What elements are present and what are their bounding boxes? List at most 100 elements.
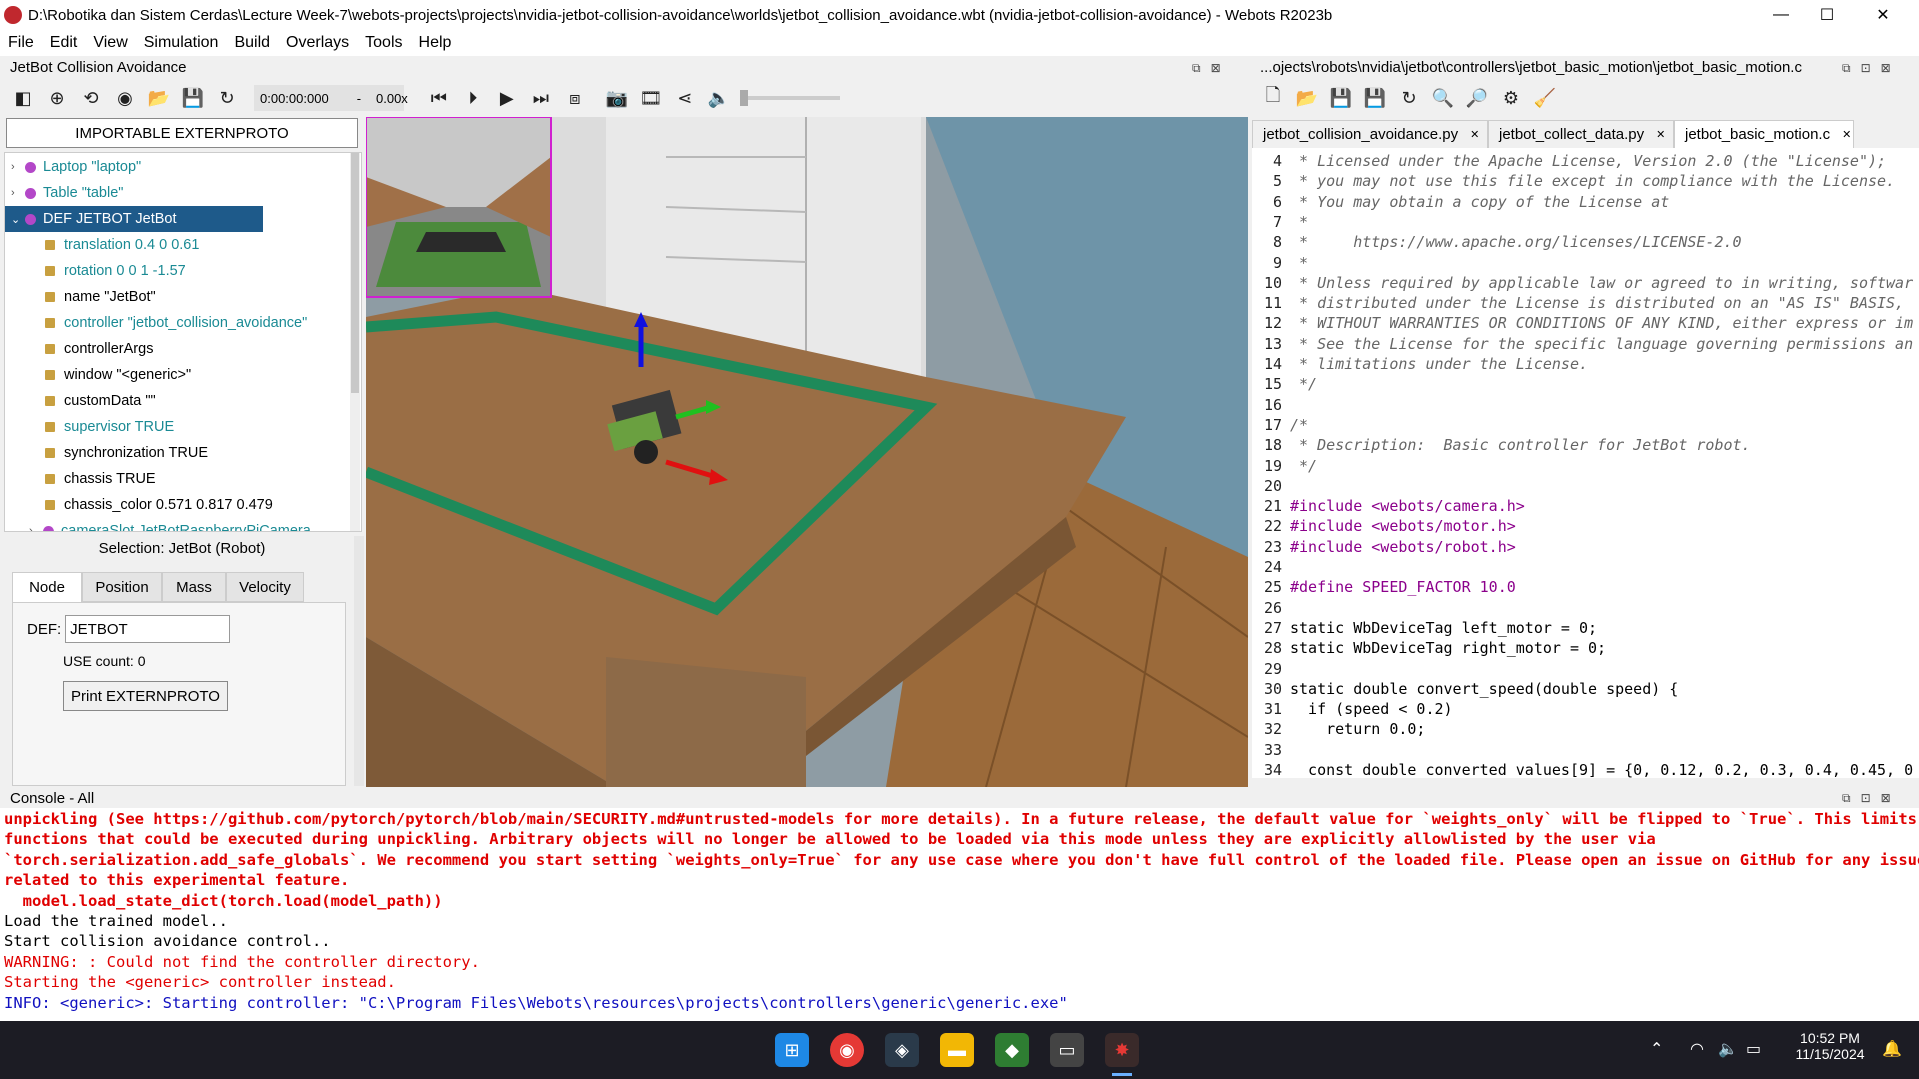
selection-scrollbar[interactable] bbox=[354, 536, 364, 786]
tab-node[interactable]: Node bbox=[12, 572, 82, 602]
tree-field[interactable]: synchronization TRUE bbox=[5, 440, 361, 466]
float-icon[interactable]: ⧉ bbox=[1192, 61, 1201, 76]
code-editor[interactable]: 4 * Licensed under the Apache License, V… bbox=[1252, 148, 1919, 778]
tree-field[interactable]: chassis_color 0.571 0.817 0.479 bbox=[5, 492, 361, 518]
webots-taskbar-icon[interactable]: ✸ bbox=[1105, 1033, 1139, 1067]
tab-mass[interactable]: Mass bbox=[162, 572, 226, 602]
tab-collect-data[interactable]: jetbot_collect_data.py ✕ bbox=[1488, 120, 1674, 148]
menu-build[interactable]: Build bbox=[234, 34, 270, 52]
tree-field[interactable]: controller "jetbot_collision_avoidance" bbox=[5, 310, 361, 336]
replace-icon[interactable]: 🔎 bbox=[1460, 84, 1494, 112]
share-icon[interactable]: ⋖ bbox=[668, 84, 702, 112]
menu-tools[interactable]: Tools bbox=[365, 34, 402, 52]
code-line: * You may obtain a copy of the License a… bbox=[1290, 192, 1670, 211]
battery-icon[interactable]: ▭ bbox=[1746, 1039, 1761, 1059]
expand-arrow-icon[interactable]: ⌄ bbox=[11, 213, 25, 226]
reset-simulation-icon[interactable]: ⏮ bbox=[422, 84, 456, 112]
step-icon[interactable]: ⏵ bbox=[456, 84, 490, 112]
tree-field[interactable]: customData "" bbox=[5, 388, 361, 414]
expand-arrow-icon[interactable]: › bbox=[11, 161, 25, 173]
def-input[interactable]: JETBOT bbox=[65, 615, 231, 643]
save-all-icon[interactable]: 💾 bbox=[1358, 84, 1392, 112]
float-icon[interactable]: ⧉ bbox=[1842, 791, 1851, 806]
record-movie-icon[interactable]: 🎞 bbox=[634, 84, 668, 112]
menu-edit[interactable]: Edit bbox=[50, 34, 78, 52]
view-icon[interactable]: ◉ bbox=[108, 84, 142, 112]
tree-field[interactable]: name "JetBot" bbox=[5, 284, 361, 310]
menu-help[interactable]: Help bbox=[419, 34, 452, 52]
run-realtime-icon[interactable]: ▶ bbox=[490, 84, 524, 112]
fast-forward-icon[interactable]: ⏭ bbox=[524, 84, 558, 112]
close-panel-icon[interactable]: ⊠ bbox=[1881, 61, 1891, 76]
wifi-icon[interactable]: ◠ bbox=[1690, 1039, 1704, 1059]
open-world-icon[interactable]: 📂 bbox=[142, 84, 176, 112]
volume-slider-handle[interactable] bbox=[739, 90, 748, 106]
volume-icon[interactable]: 🔈 bbox=[1718, 1039, 1738, 1059]
toggle-scene-tree-icon[interactable]: ◧ bbox=[6, 84, 40, 112]
terminal-icon[interactable]: ▭ bbox=[1050, 1033, 1084, 1067]
reload-world-icon[interactable]: ↻ bbox=[210, 84, 244, 112]
tree-field[interactable]: chassis TRUE bbox=[5, 466, 361, 492]
git-icon[interactable]: ◆ bbox=[995, 1033, 1029, 1067]
file-explorer-icon[interactable]: ▬ bbox=[940, 1033, 974, 1067]
close-button[interactable]: ✕ bbox=[1860, 0, 1906, 30]
tree-field[interactable]: supervisor TRUE bbox=[5, 414, 361, 440]
find-icon[interactable]: 🔍 bbox=[1426, 84, 1460, 112]
tree-field[interactable]: translation 0.4 0 0.61 bbox=[5, 232, 361, 258]
3d-viewport[interactable] bbox=[366, 117, 1248, 787]
clean-icon[interactable]: 🧹 bbox=[1528, 84, 1562, 112]
float-icon[interactable]: ⧉ bbox=[1842, 61, 1851, 76]
sound-icon[interactable]: 🔈 bbox=[702, 84, 736, 112]
open-file-icon[interactable]: 📂 bbox=[1290, 84, 1324, 112]
start-icon[interactable]: ⊞ bbox=[775, 1033, 809, 1067]
menu-overlays[interactable]: Overlays bbox=[286, 34, 349, 52]
tree-node[interactable]: ⌄ DEF JETBOT JetBot bbox=[5, 206, 263, 232]
tab-collision-avoidance[interactable]: jetbot_collision_avoidance.py ✕ bbox=[1252, 120, 1488, 148]
importable-externproto-button[interactable]: IMPORTABLE EXTERNPROTO bbox=[6, 118, 358, 148]
close-panel-icon[interactable]: ⊠ bbox=[1881, 791, 1891, 806]
show-hidden-icons-icon[interactable]: ⌃ bbox=[1650, 1039, 1663, 1059]
maximize-panel-icon[interactable]: ⊡ bbox=[1861, 61, 1871, 76]
tab-position[interactable]: Position bbox=[82, 572, 162, 602]
tree-field[interactable]: controllerArgs bbox=[5, 336, 361, 362]
save-world-icon[interactable]: 💾 bbox=[176, 84, 210, 112]
menu-simulation[interactable]: Simulation bbox=[144, 34, 219, 52]
menu-view[interactable]: View bbox=[93, 34, 127, 52]
render-toggle-icon[interactable]: ⧈ bbox=[558, 84, 592, 112]
app-icon[interactable]: ◈ bbox=[885, 1033, 919, 1067]
volume-slider[interactable] bbox=[739, 90, 840, 106]
tree-field[interactable]: window "<generic>" bbox=[5, 362, 361, 388]
minimize-button[interactable]: — bbox=[1758, 0, 1804, 30]
chrome-icon[interactable]: ◉ bbox=[830, 1033, 864, 1067]
use-count: USE count: 0 bbox=[63, 653, 146, 669]
expand-arrow-icon[interactable]: › bbox=[11, 187, 25, 199]
tree-field[interactable]: rotation 0 0 1 -1.57 bbox=[5, 258, 361, 284]
revert-file-icon[interactable]: ↻ bbox=[1392, 84, 1426, 112]
reset-view-icon[interactable]: ⟲ bbox=[74, 84, 108, 112]
tree-node[interactable]: › Table "table" bbox=[5, 180, 361, 206]
tab-close-icon[interactable]: ✕ bbox=[1656, 128, 1665, 141]
console-output[interactable]: unpickling (See https://github.com/pytor… bbox=[0, 808, 1919, 1023]
tree-node[interactable]: › cameraSlot JetBotRaspberryPiCamera bbox=[5, 518, 361, 531]
menu-file[interactable]: File bbox=[8, 34, 34, 52]
screenshot-icon[interactable]: 📷 bbox=[600, 84, 634, 112]
expand-arrow-icon[interactable]: › bbox=[29, 525, 43, 531]
tab-close-icon[interactable]: ✕ bbox=[1842, 128, 1851, 141]
new-file-icon[interactable]: 🗋 bbox=[1256, 84, 1290, 112]
clock[interactable]: 10:52 PM 11/15/2024 bbox=[1790, 1030, 1870, 1062]
add-node-icon[interactable]: ⊕ bbox=[40, 84, 74, 112]
line-number: 13 bbox=[1263, 334, 1282, 353]
build-icon[interactable]: ⚙ bbox=[1494, 84, 1528, 112]
notification-bell-icon[interactable]: 🔔 bbox=[1882, 1039, 1902, 1059]
tab-close-icon[interactable]: ✕ bbox=[1470, 128, 1479, 141]
tab-basic-motion[interactable]: jetbot_basic_motion.c ✕ bbox=[1674, 120, 1854, 148]
tree-node[interactable]: › Laptop "laptop" bbox=[5, 154, 361, 180]
close-panel-icon[interactable]: ⊠ bbox=[1211, 61, 1221, 76]
save-file-icon[interactable]: 💾 bbox=[1324, 84, 1358, 112]
print-externproto-button[interactable]: Print EXTERNPROTO bbox=[63, 681, 228, 711]
scene-tree-scrollbar[interactable] bbox=[350, 153, 360, 531]
selection-label: Selection: JetBot (Robot) bbox=[98, 540, 266, 557]
maximize-button[interactable]: ☐ bbox=[1804, 0, 1850, 30]
tab-velocity[interactable]: Velocity bbox=[226, 572, 304, 602]
maximize-panel-icon[interactable]: ⊡ bbox=[1861, 791, 1871, 806]
